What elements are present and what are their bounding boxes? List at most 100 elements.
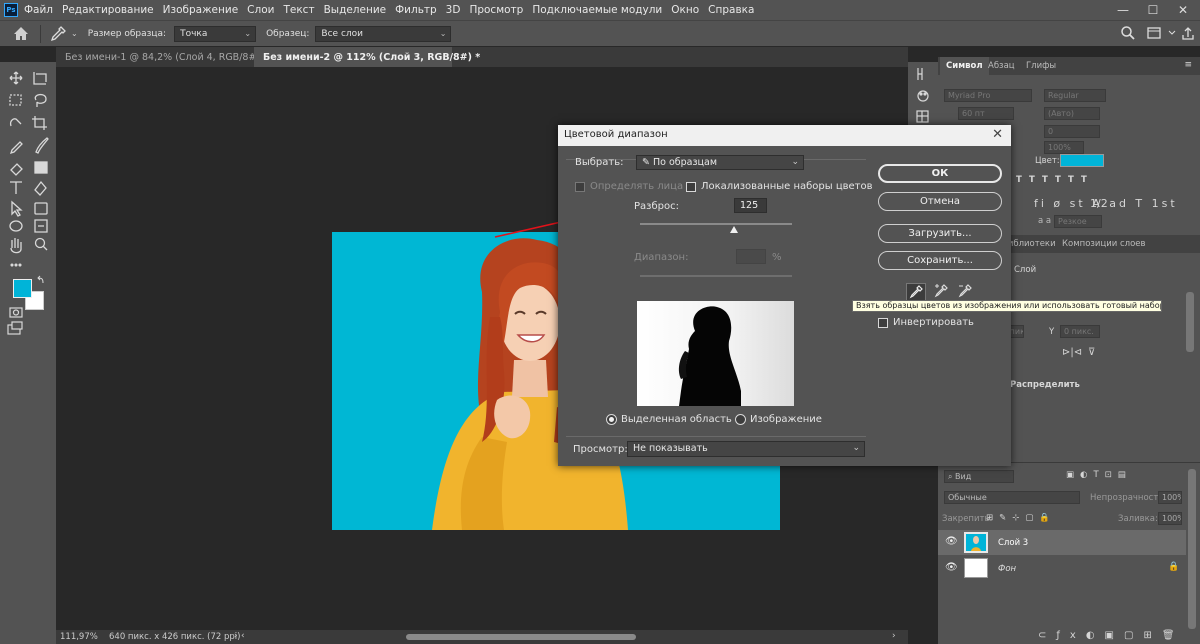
layer-row-selected[interactable]: 👁 Слой 3	[938, 530, 1186, 555]
eyedropper-minus-button[interactable]	[956, 283, 976, 301]
workspace-icon[interactable]	[1146, 25, 1162, 41]
antialias-field[interactable]: Резкое	[1054, 215, 1102, 228]
fuzziness-slider-track[interactable]	[640, 223, 792, 225]
tab-glyphs[interactable]: Глифы	[1020, 57, 1062, 75]
color-label: Цвет:	[1035, 156, 1060, 166]
menu-type[interactable]: Текст	[283, 4, 314, 16]
sample-size-select[interactable]: Точка ⌄	[174, 25, 257, 42]
selection-preview-mask	[637, 301, 794, 406]
fuzziness-field[interactable]: 125	[734, 198, 767, 213]
eyedropper-plus-button[interactable]	[932, 283, 952, 301]
layer-filter-icons[interactable]: ▣◐T⊡▤	[1066, 470, 1132, 480]
font-size-field[interactable]: 60 пт	[958, 107, 1014, 120]
scroll-right-icon[interactable]: ›	[892, 631, 896, 641]
eyedropper-minus-icon	[958, 284, 972, 298]
sample-select[interactable]: Все слои ⌄	[315, 25, 452, 42]
menu-filter[interactable]: Фильтр	[395, 4, 437, 16]
select-value: По образцам	[652, 157, 717, 168]
dialog-titlebar[interactable]: Цветовой диапазон ✕	[558, 125, 1011, 146]
zoom-level[interactable]: 111,97%	[60, 632, 98, 642]
eyedropper-tooltip: Взять образцы цветов из изображения или …	[852, 300, 1162, 312]
workspace-chevron-icon[interactable]	[1166, 25, 1178, 41]
sample-value: Все слои	[321, 28, 363, 39]
invert-label: Инвертировать	[893, 317, 974, 328]
menu-edit[interactable]: Редактирование	[62, 4, 154, 16]
menu-3d[interactable]: 3D	[446, 4, 461, 16]
opacity-field[interactable]: 100%	[1158, 491, 1182, 504]
eye-icon[interactable]: 👁	[945, 536, 958, 547]
eyedropper-button[interactable]	[906, 283, 926, 301]
detect-faces-checkbox[interactable]	[575, 182, 585, 192]
select-dropdown[interactable]: ✎ По образцам ⌄	[636, 155, 804, 170]
tool-preset-chevron-icon[interactable]: ⌄	[71, 29, 78, 38]
font-style-field[interactable]: Regular	[1044, 89, 1106, 102]
sample-label: Образец:	[266, 28, 310, 39]
share-icon[interactable]	[1180, 25, 1196, 41]
layers-scrollbar[interactable]	[1188, 469, 1196, 629]
save-button[interactable]: Сохранить...	[878, 251, 1002, 270]
menu-view[interactable]: Просмотр	[469, 4, 523, 16]
leading-field[interactable]: (Авто)	[1044, 107, 1100, 120]
opacity-label: Непрозрачность:	[1090, 493, 1167, 503]
layer-action-icons[interactable]: ⊂ƒx◐▣▢⊞🗑	[1038, 630, 1185, 641]
home-icon[interactable]	[10, 23, 32, 45]
image-radio[interactable]	[735, 414, 746, 425]
text-style-buttons[interactable]: TTTTTT	[1016, 175, 1094, 185]
ok-button[interactable]: ОК	[878, 164, 1002, 183]
flip-vertical-icon[interactable]: ⊽	[1088, 347, 1095, 358]
menu-select[interactable]: Выделение	[324, 4, 387, 16]
detect-faces-label: Определять лица	[590, 181, 684, 192]
localized-clusters-checkbox[interactable]	[686, 182, 696, 192]
maximize-icon[interactable]: ☐	[1138, 0, 1168, 20]
minimize-icon[interactable]: —	[1108, 0, 1138, 20]
scroll-left-icon[interactable]: ‹	[241, 631, 245, 641]
font-family-field[interactable]: Myriad Pro	[944, 89, 1032, 102]
menu-layers[interactable]: Слои	[247, 4, 274, 16]
layer-filter-field[interactable]: ⌕ Вид	[944, 470, 1014, 483]
menu-window[interactable]: Окно	[671, 4, 699, 16]
lock-label: Закрепить:	[942, 514, 993, 524]
blend-mode-select[interactable]: Обычные	[944, 491, 1080, 504]
tab-document-2[interactable]: Без имени-2 @ 112% (Слой 3, RGB/8#) *	[254, 47, 480, 67]
search-icon[interactable]	[1120, 25, 1136, 41]
tracking-field[interactable]: 0	[1044, 125, 1100, 138]
lock-icons[interactable]: ⊞✎⊹▢🔒	[986, 513, 1056, 523]
cancel-button[interactable]: Отмена	[878, 192, 1002, 211]
tool-buttons[interactable]	[0, 62, 56, 262]
fill-field[interactable]: 100%	[1158, 512, 1182, 525]
selection-preview[interactable]	[637, 301, 794, 406]
fuzziness-slider-thumb[interactable]	[730, 226, 739, 233]
menu-image[interactable]: Изображение	[163, 4, 239, 16]
image-radio-label: Изображение	[750, 414, 822, 425]
y-field[interactable]: 0 пикс.	[1060, 325, 1100, 338]
selection-radio[interactable]	[606, 414, 617, 425]
preview-dropdown[interactable]: Не показывать ⌄	[627, 441, 865, 457]
photoshop-logo-icon: Ps	[4, 3, 18, 17]
foreground-color-swatch[interactable]	[13, 279, 32, 298]
flip-horizontal-icon[interactable]: ⊳|⊲	[1062, 347, 1082, 358]
close-window-icon[interactable]: ✕	[1168, 0, 1198, 20]
color-range-dialog: Цветовой диапазон ✕ Выбрать: ✎ По образц…	[558, 125, 1011, 466]
status-menu-icon[interactable]: ›	[234, 631, 238, 641]
load-button[interactable]: Загрузить...	[878, 224, 1002, 243]
horizontal-scrollbar[interactable]	[406, 634, 636, 640]
range-unit: %	[772, 252, 782, 263]
menu-file[interactable]: Файл	[24, 4, 53, 16]
tab-layer-comps[interactable]: Композиции слоев	[1056, 235, 1152, 253]
eyedropper-tool-icon[interactable]	[49, 25, 67, 43]
menu-help[interactable]: Справка	[708, 4, 754, 16]
panel-menu-icon[interactable]: ≡	[1184, 60, 1192, 70]
close-icon[interactable]: ✕	[992, 127, 1003, 142]
antialias-label: а а	[1038, 216, 1052, 226]
eye-icon[interactable]: 👁	[945, 562, 958, 573]
text-color-swatch[interactable]	[1060, 154, 1104, 167]
tab-document-1[interactable]: Без имени-1 @ 84,2% (Слой 4, RGB/8#) *	[56, 47, 268, 67]
menu-plugins[interactable]: Подключаемые модули	[532, 4, 662, 16]
tab-paragraph[interactable]: Абзац	[982, 57, 1021, 75]
invert-checkbox[interactable]	[878, 318, 888, 328]
properties-scrollbar[interactable]	[1186, 292, 1194, 352]
range-label: Диапазон:	[634, 252, 689, 263]
layer-row[interactable]: 👁 Фон 🔒	[938, 556, 1186, 581]
fraction-button[interactable]: 1/2	[1090, 197, 1108, 210]
scale-field[interactable]: 100%	[1044, 141, 1084, 154]
